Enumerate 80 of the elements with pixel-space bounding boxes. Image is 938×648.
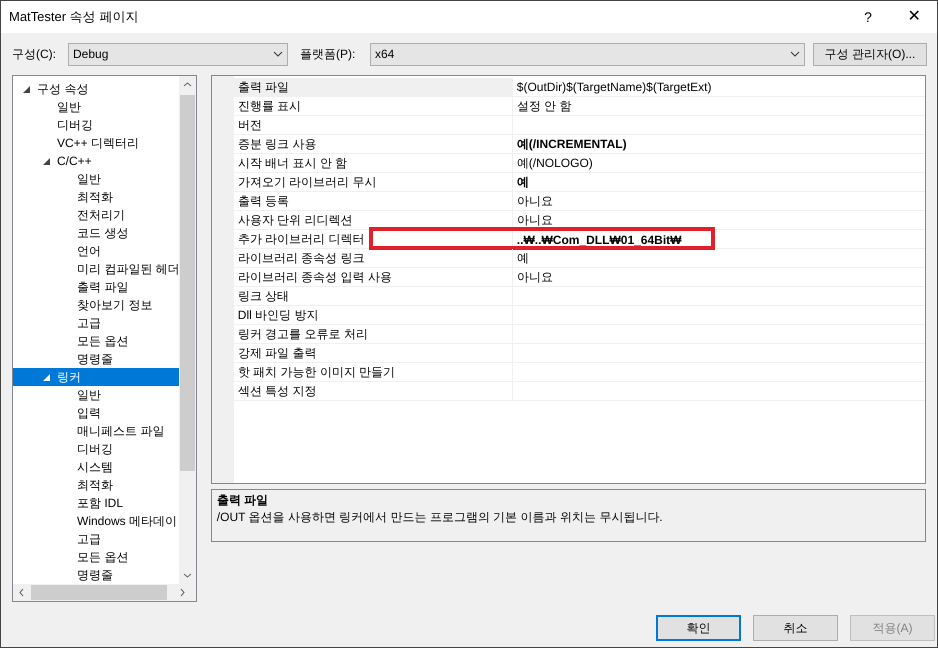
- tree-item[interactable]: 명령줄: [13, 350, 179, 368]
- tree-item[interactable]: 일반: [13, 98, 179, 116]
- tree-item[interactable]: 일반: [13, 386, 179, 404]
- tree-item[interactable]: C/C++: [13, 152, 179, 170]
- tree-item[interactable]: 시스템: [13, 458, 179, 476]
- tree-item[interactable]: 언어: [13, 242, 179, 260]
- property-name[interactable]: 섹션 특성 지정: [234, 382, 512, 400]
- horizontal-scrollbar[interactable]: [13, 584, 196, 601]
- property-name[interactable]: 라이브러리 종속성 링크: [234, 249, 512, 267]
- tree-item[interactable]: 출력 파일: [13, 278, 179, 296]
- tree-item[interactable]: 포함 IDL: [13, 494, 179, 512]
- property-name[interactable]: 강제 파일 출력: [234, 344, 512, 362]
- dialog-button[interactable]: 취소: [753, 615, 838, 641]
- tree-item[interactable]: 고급: [13, 314, 179, 332]
- window-title: MatTester 속성 페이지: [9, 8, 138, 26]
- property-value[interactable]: 설정 안 함: [512, 97, 572, 115]
- tree-item[interactable]: 링커: [13, 368, 179, 386]
- scrollbar-thumb[interactable]: [180, 95, 195, 471]
- scroll-left-icon[interactable]: [19, 588, 24, 597]
- property-name[interactable]: 시작 배너 표시 안 함: [234, 154, 512, 172]
- tree-item[interactable]: 일반: [13, 170, 179, 188]
- close-button[interactable]: ✕: [891, 1, 937, 33]
- property-value[interactable]: 예: [512, 249, 529, 267]
- property-value[interactable]: $(OutDir)$(TargetName)$(TargetExt): [512, 78, 712, 96]
- property-value[interactable]: 예: [512, 173, 529, 191]
- tree-item[interactable]: 미리 컴파일된 헤더: [13, 260, 179, 278]
- tree-item[interactable]: Windows 메타데이: [13, 512, 179, 530]
- scroll-right-icon[interactable]: [180, 588, 185, 597]
- tree-item[interactable]: 고급: [13, 530, 179, 548]
- scroll-down-icon[interactable]: [182, 573, 192, 578]
- property-name[interactable]: 라이브러리 종속성 입력 사용: [234, 268, 512, 286]
- description-title: 출력 파일: [216, 492, 270, 508]
- property-name[interactable]: 링크 상태: [234, 287, 512, 305]
- expanded-arrow-icon[interactable]: [43, 374, 50, 380]
- tree-item[interactable]: 찾아보기 정보: [13, 296, 179, 314]
- tree-item[interactable]: 디버깅: [13, 440, 179, 458]
- tree-item[interactable]: 전처리기: [13, 206, 179, 224]
- dialog-button[interactable]: 확인: [656, 615, 741, 641]
- platform-label: 플랫폼(P):: [300, 46, 356, 63]
- scrollbar-thumb[interactable]: [31, 585, 167, 600]
- chevron-down-icon: [790, 51, 800, 57]
- property-name[interactable]: 출력 파일: [234, 78, 512, 96]
- property-value[interactable]: 아니요: [512, 211, 553, 229]
- scroll-up-icon[interactable]: [182, 82, 192, 87]
- tree-item[interactable]: 디버깅: [13, 116, 179, 134]
- platform-dropdown[interactable]: x64: [370, 42, 805, 66]
- property-value[interactable]: 예(/INCREMENTAL): [512, 135, 627, 153]
- tree-item[interactable]: 모든 옵션: [13, 332, 179, 350]
- description-text: /OUT 옵션을 사용하면 링커에서 만드는 프로그램의 기본 이름과 위치는 무시됩니다.: [216, 508, 664, 526]
- tree-item[interactable]: 최적화: [13, 188, 179, 206]
- tree-item[interactable]: 구성 속성: [13, 80, 179, 98]
- vertical-scrollbar[interactable]: [178, 76, 196, 584]
- tree-item[interactable]: 명령줄: [13, 566, 179, 584]
- property-value[interactable]: 예(/NOLOGO): [512, 154, 593, 172]
- tree-item[interactable]: VC++ 디렉터리: [13, 134, 179, 152]
- property-name[interactable]: 버전: [234, 116, 512, 134]
- configuration-manager-button[interactable]: 구성 관리자(O)...: [813, 42, 927, 66]
- configuration-dropdown[interactable]: Debug: [68, 42, 288, 66]
- property-value[interactable]: 아니요: [512, 268, 553, 286]
- configuration-label: 구성(C):: [12, 46, 57, 63]
- chevron-down-icon: [273, 51, 283, 57]
- property-name[interactable]: 진행률 표시: [234, 97, 512, 115]
- property-name[interactable]: Dll 바인딩 방지: [234, 306, 512, 324]
- property-name[interactable]: 사용자 단위 리디렉션: [234, 211, 512, 229]
- tree-item[interactable]: 입력: [13, 404, 179, 422]
- tree-item[interactable]: 매니페스트 파일: [13, 422, 179, 440]
- tree-item[interactable]: 모든 옵션: [13, 548, 179, 566]
- tree-item[interactable]: 코드 생성: [13, 224, 179, 242]
- property-name[interactable]: 핫 패치 가능한 이미지 만들기: [234, 363, 512, 381]
- help-button[interactable]: ?: [845, 1, 891, 33]
- property-name[interactable]: 추가 라이브러리 디렉터: [234, 230, 364, 248]
- expanded-arrow-icon[interactable]: [23, 86, 30, 92]
- property-name[interactable]: 가져오기 라이브러리 무시: [234, 173, 512, 191]
- tree-item[interactable]: 최적화: [13, 476, 179, 494]
- property-name[interactable]: 출력 등록: [234, 192, 512, 210]
- property-name[interactable]: 링커 경고를 오류로 처리: [234, 325, 512, 343]
- property-name[interactable]: 증분 링크 사용: [234, 135, 512, 153]
- property-value[interactable]: 아니요: [512, 192, 553, 210]
- expanded-arrow-icon[interactable]: [43, 158, 50, 164]
- property-value[interactable]: ..₩..₩Com_DLL₩01_64Bit₩: [516, 233, 682, 248]
